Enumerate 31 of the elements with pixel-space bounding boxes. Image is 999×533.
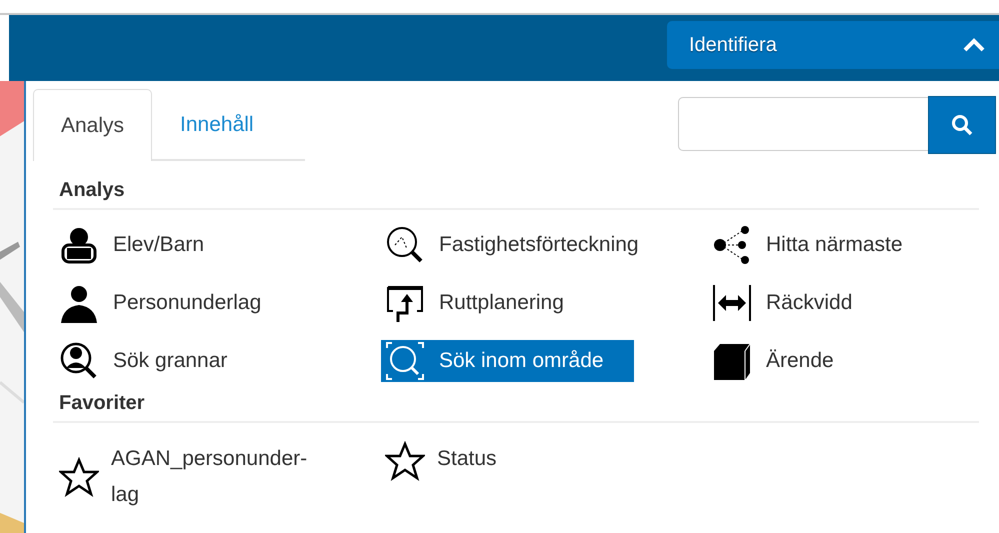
tool-item[interactable]: Ruttplanering (381, 282, 594, 324)
tool-item[interactable]: Personunderlag (55, 282, 292, 324)
tool-item[interactable]: Sök inom område (381, 340, 634, 382)
chevron-up-icon (963, 38, 985, 52)
search-field[interactable] (678, 97, 928, 151)
search-button[interactable] (928, 96, 996, 154)
tab[interactable]: Analys (33, 89, 152, 161)
search-globe-icon (385, 225, 425, 265)
person-icon (59, 283, 99, 323)
search-icon (951, 114, 973, 136)
cube-icon (712, 341, 752, 381)
section-title: Favoriter (58, 391, 146, 415)
tool-item[interactable]: Sök grannar (55, 340, 258, 382)
star-icon (385, 441, 425, 481)
section-title: Analys (58, 178, 126, 202)
tool-item[interactable]: Ärende (708, 340, 864, 382)
identify-dropdown[interactable]: Identifiera (667, 21, 999, 69)
tool-item[interactable]: Fastighetsförteckning (381, 224, 669, 266)
person-badge-icon (59, 225, 99, 265)
tab[interactable]: Innehåll (152, 89, 282, 159)
nodes-icon (712, 225, 752, 265)
area-search-icon (385, 341, 425, 381)
favorite-item[interactable]: Status (437, 441, 637, 477)
star-icon (59, 457, 99, 497)
tool-item[interactable]: Hitta närmaste (708, 224, 933, 266)
tool-item[interactable]: Räckvidd (708, 282, 882, 324)
route-icon (385, 283, 425, 323)
range-arrow-icon (712, 283, 752, 323)
tool-item[interactable]: Elev/Barn (55, 224, 234, 266)
person-search-icon (59, 341, 99, 381)
favorite-item[interactable]: AGAN_personunder-lag (111, 441, 311, 513)
